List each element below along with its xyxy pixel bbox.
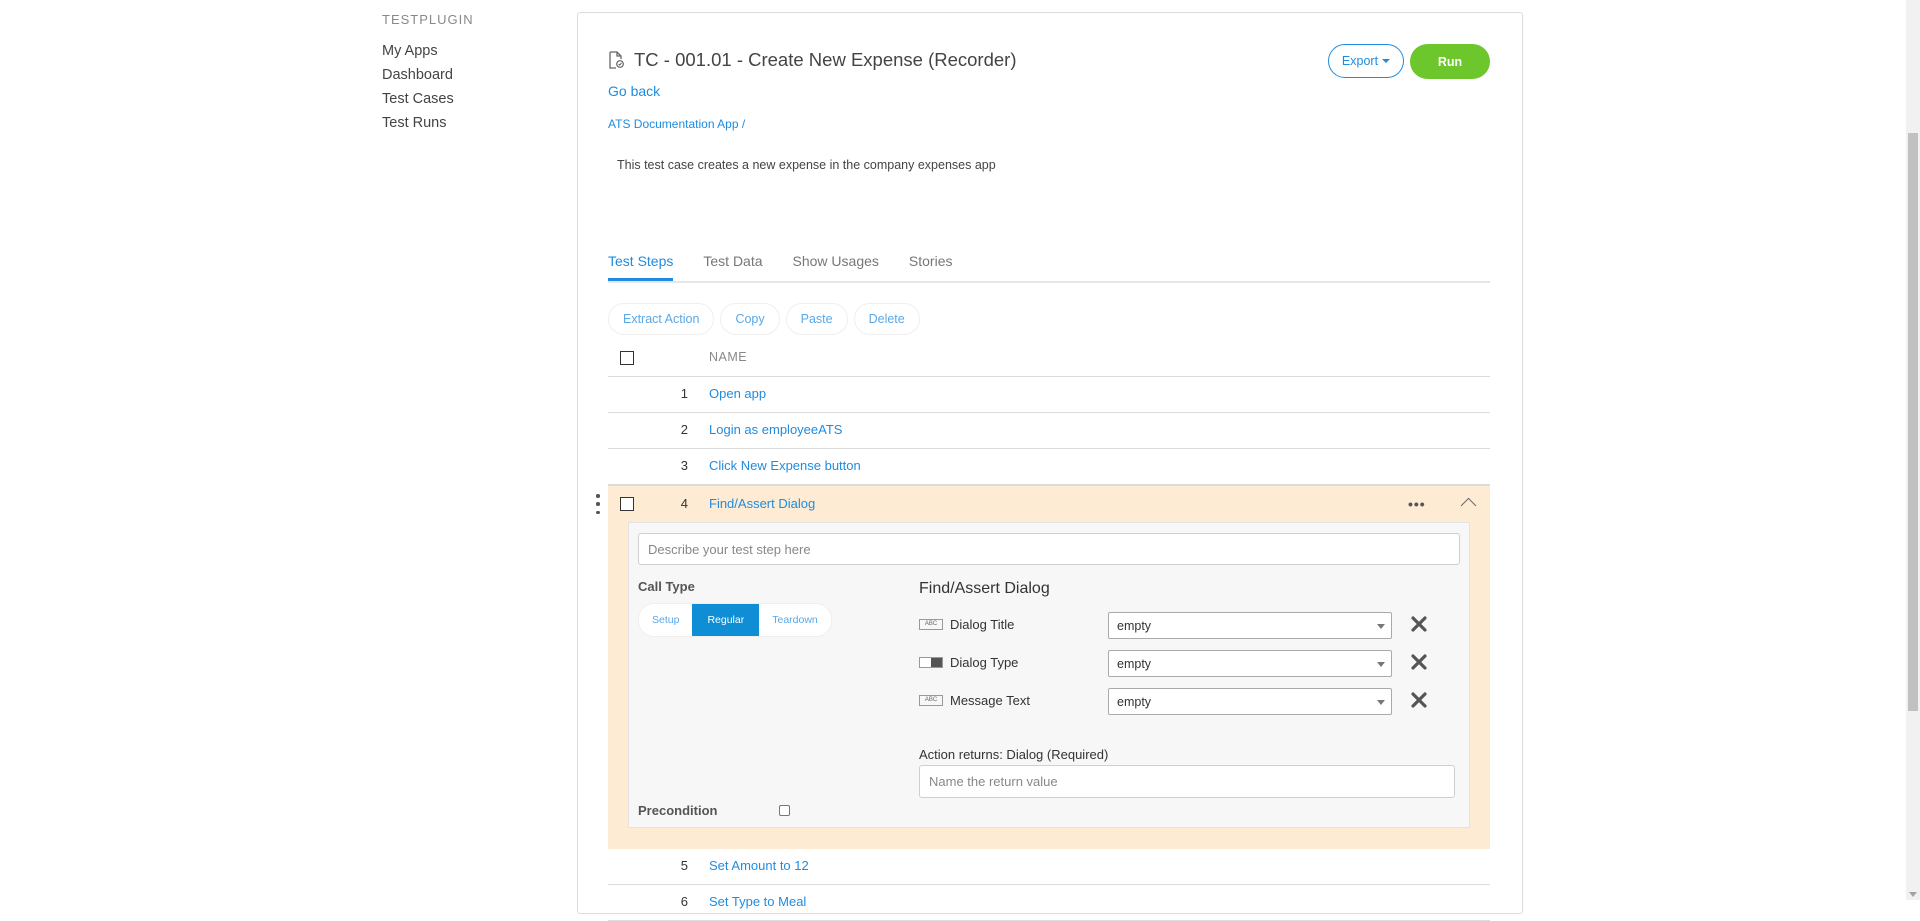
- test-case-card: TC - 001.01 - Create New Expense (Record…: [577, 12, 1523, 921]
- expanded-step-row: 4 Find/Assert Dialog ••• Call Type Setup…: [596, 485, 1490, 849]
- clear-param-icon[interactable]: [1409, 652, 1429, 672]
- breadcrumb[interactable]: ATS Documentation App /: [608, 117, 745, 131]
- param-row: ABC Dialog Title empty: [919, 612, 1439, 639]
- page-scrollbar[interactable]: [1906, 0, 1920, 900]
- call-type-toggle: Setup Regular Teardown: [638, 603, 832, 637]
- step-number: 2: [680, 422, 688, 437]
- param-row: ABC Message Text empty: [919, 688, 1439, 715]
- paste-button[interactable]: Paste: [785, 303, 848, 335]
- select-arrow-icon: [1377, 700, 1385, 705]
- tab-test-steps[interactable]: Test Steps: [608, 239, 674, 281]
- step-number: 1: [680, 386, 688, 401]
- copy-button[interactable]: Copy: [720, 303, 780, 335]
- return-value-input[interactable]: [919, 765, 1455, 798]
- step-description-input[interactable]: [638, 533, 1460, 565]
- nav-item-my-apps[interactable]: My Apps: [382, 39, 542, 63]
- table-row[interactable]: 2 Login as employeeATS: [608, 413, 1490, 449]
- tab-bar: Test Steps Test Data Show Usages Stories: [608, 239, 1490, 283]
- run-button[interactable]: Run: [1410, 44, 1490, 79]
- tab-stories[interactable]: Stories: [909, 239, 953, 279]
- precondition-checkbox[interactable]: [779, 805, 790, 816]
- scroll-down-arrow-icon[interactable]: [1909, 892, 1917, 897]
- nav-item-test-runs[interactable]: Test Runs: [382, 111, 542, 135]
- page-title: TC - 001.01 - Create New Expense (Record…: [634, 49, 1017, 70]
- test-case-file-icon: [609, 51, 624, 69]
- action-returns-label: Action returns: Dialog (Required): [919, 747, 1109, 762]
- go-back-link[interactable]: Go back: [608, 83, 660, 99]
- step-number: 5: [680, 858, 688, 873]
- tab-show-usages[interactable]: Show Usages: [793, 239, 879, 279]
- steps-table-header: NAME: [608, 341, 1490, 377]
- expanded-row-head[interactable]: 4 Find/Assert Dialog •••: [596, 486, 1490, 522]
- nav-item-dashboard[interactable]: Dashboard: [382, 63, 542, 87]
- step-number: 4: [680, 496, 688, 511]
- param-value-select[interactable]: empty: [1108, 650, 1392, 677]
- select-all-checkbox[interactable]: [620, 351, 634, 365]
- step-name-link[interactable]: Click New Expense button: [709, 458, 861, 473]
- scrollbar-thumb[interactable]: [1908, 133, 1918, 711]
- step-name-link[interactable]: Login as employeeATS: [709, 422, 842, 437]
- drag-handle-icon[interactable]: [596, 494, 600, 514]
- param-row: Dialog Type empty: [919, 650, 1439, 677]
- step-detail-panel: Call Type Setup Regular Teardown Find/As…: [628, 522, 1470, 828]
- call-type-teardown[interactable]: Teardown: [759, 604, 831, 636]
- table-row[interactable]: 1 Open app: [608, 377, 1490, 413]
- table-row[interactable]: 3 Click New Expense button: [608, 449, 1490, 485]
- export-label: Export: [1341, 54, 1379, 68]
- step-name-link[interactable]: Set Type to Meal: [709, 894, 806, 909]
- nav-item-test-cases[interactable]: Test Cases: [382, 87, 542, 111]
- row-checkbox[interactable]: [620, 497, 634, 511]
- steps-toolbar: Extract Action Copy Paste Delete: [608, 303, 926, 335]
- table-row[interactable]: 6 Set Type to Meal: [608, 885, 1490, 921]
- param-value: empty: [1117, 657, 1152, 671]
- more-options-icon[interactable]: •••: [1408, 496, 1426, 512]
- select-arrow-icon: [1377, 662, 1385, 667]
- action-title: Find/Assert Dialog: [919, 580, 1050, 597]
- test-case-description: This test case creates a new expense in …: [617, 158, 996, 172]
- param-value: empty: [1117, 619, 1152, 633]
- param-name: Dialog Title: [950, 617, 1015, 632]
- step-name-link[interactable]: Find/Assert Dialog: [709, 496, 815, 511]
- extract-action-button[interactable]: Extract Action: [608, 303, 715, 335]
- step-name-link[interactable]: Open app: [709, 386, 766, 401]
- param-value-select[interactable]: empty: [1108, 612, 1392, 639]
- nav-header: TESTPLUGIN: [382, 12, 474, 27]
- select-arrow-icon: [1377, 624, 1385, 629]
- tab-test-data[interactable]: Test Data: [703, 239, 762, 279]
- side-nav: TESTPLUGIN My Apps Dashboard Test Cases …: [382, 12, 542, 135]
- param-value: empty: [1117, 695, 1152, 709]
- call-type-label: Call Type: [638, 579, 695, 594]
- precondition-label: Precondition: [638, 803, 718, 818]
- param-name: Dialog Type: [950, 655, 1019, 670]
- step-number: 6: [680, 894, 688, 909]
- caret-down-icon: [1382, 59, 1391, 63]
- step-name-link[interactable]: Set Amount to 12: [709, 858, 809, 873]
- clear-param-icon[interactable]: [1409, 614, 1429, 634]
- call-type-regular[interactable]: Regular: [692, 604, 760, 636]
- call-type-setup[interactable]: Setup: [639, 604, 692, 636]
- abc-text-icon: ABC: [919, 695, 943, 706]
- abc-text-icon: ABC: [919, 619, 943, 630]
- collapse-chevron-icon[interactable]: [1460, 497, 1477, 514]
- clear-param-icon[interactable]: [1409, 690, 1429, 710]
- export-button[interactable]: Export: [1328, 44, 1404, 78]
- name-column-header: NAME: [709, 350, 748, 364]
- table-row[interactable]: 5 Set Amount to 12: [608, 849, 1490, 885]
- delete-button[interactable]: Delete: [853, 303, 920, 335]
- param-value-select[interactable]: empty: [1108, 688, 1392, 715]
- param-name: Message Text: [950, 693, 1030, 708]
- dropdown-type-icon: [919, 657, 943, 668]
- step-number: 3: [680, 458, 688, 473]
- title-row: TC - 001.01 - Create New Expense (Record…: [608, 49, 1016, 71]
